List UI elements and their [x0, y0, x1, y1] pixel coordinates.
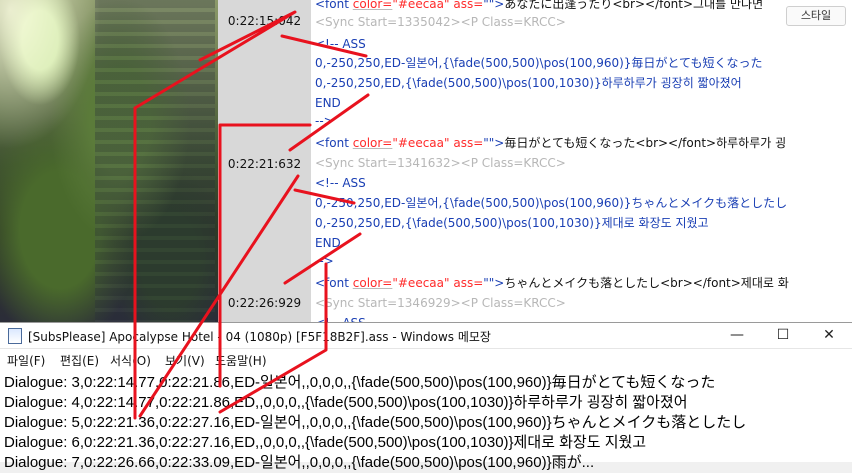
dialogue-line: Dialogue: 6,0:22:21.36,0:22:27.16,ED,,0,… — [4, 434, 647, 451]
editor-comment-end-line: --> — [315, 114, 334, 128]
close-button[interactable]: ✕ — [806, 323, 852, 348]
menu-bar: 파일(F) 편집(E) 서식(O) 보기(V) 도움말(H) — [0, 349, 852, 370]
editor-line: <font color="#eecaa" ass="">毎日がとても短くなった<… — [315, 136, 787, 150]
editor-line: <font color="#eecaa" ass="">あなたに出逢うたり<br… — [315, 0, 764, 11]
editor-comment-line: <!-- ASS — [315, 176, 366, 190]
dialogue-line: Dialogue: 3,0:22:14.77,0:22:21.86,ED-일본어… — [4, 374, 716, 391]
dialogue-line: Dialogue: 5,0:22:21.36,0:22:27.16,ED-일본어… — [4, 414, 747, 431]
editor-ass-line: 0,-250,250,ED,{\fade(500,500)\pos(100,10… — [315, 216, 709, 230]
menu-view[interactable]: 보기(V) — [165, 352, 205, 369]
maximize-button[interactable]: ☐ — [760, 323, 806, 348]
editor-ass-line: 0,-250,250,ED,{\fade(500,500)\pos(100,10… — [315, 76, 742, 90]
minimize-button[interactable]: — — [714, 323, 760, 348]
notepad-icon — [8, 328, 22, 344]
notepad-text-area[interactable]: Dialogue: 3,0:22:14.77,0:22:21.86,ED-일본어… — [0, 369, 852, 471]
time-3: 0:22:26:929 — [227, 296, 302, 310]
editor-comment-line: <!-- ASS — [315, 37, 366, 51]
window-title: [SubsPlease] Apocalypse Hotel - 04 (1080… — [28, 330, 491, 344]
notepad-window[interactable]: [SubsPlease] Apocalypse Hotel - 04 (1080… — [0, 322, 852, 471]
editor-sync-line: <Sync Start=1335042><P Class=KRCC> — [315, 15, 566, 29]
dialogue-line: Dialogue: 4,0:22:14.77,0:22:21.86,ED,,0,… — [4, 394, 688, 411]
dialogue-line: Dialogue: 7,0:22:26.66,0:22:33.09,ED-일본어… — [4, 454, 595, 471]
editor-line: <font color="#eecaa" ass="">ちゃんとメイクも落とした… — [315, 276, 789, 290]
video-background — [0, 0, 218, 330]
editor-ass-line: 0,-250,250,ED-일본어,{\fade(500,500)\pos(10… — [315, 56, 763, 70]
menu-format[interactable]: 서식(O) — [110, 352, 151, 369]
menu-file[interactable]: 파일(F) — [7, 352, 45, 369]
time-2: 0:22:21:632 — [227, 157, 302, 171]
editor-end-line: END — [315, 236, 341, 250]
editor-sync-line: <Sync Start=1346929><P Class=KRCC> — [315, 296, 566, 310]
menu-edit[interactable]: 편집(E) — [60, 352, 99, 369]
editor-comment-end-line: --> — [315, 254, 334, 268]
editor-sync-line: <Sync Start=1341632><P Class=KRCC> — [315, 156, 566, 170]
timestamp-column: 0:22:15:042 0:22:21:632 0:22:26:929 — [218, 0, 312, 330]
style-button[interactable]: 스타일 — [786, 6, 846, 26]
notepad-titlebar[interactable]: [SubsPlease] Apocalypse Hotel - 04 (1080… — [0, 323, 852, 349]
time-1: 0:22:15:042 — [227, 14, 302, 28]
subtitle-editor[interactable]: 스타일 <font color="#eecaa" ass="">あなたに出逢うた… — [311, 0, 852, 330]
editor-ass-line: 0,-250,250,ED-일본어,{\fade(500,500)\pos(10… — [315, 196, 788, 210]
editor-end-line: END — [315, 96, 341, 110]
menu-help[interactable]: 도움말(H) — [215, 352, 267, 369]
